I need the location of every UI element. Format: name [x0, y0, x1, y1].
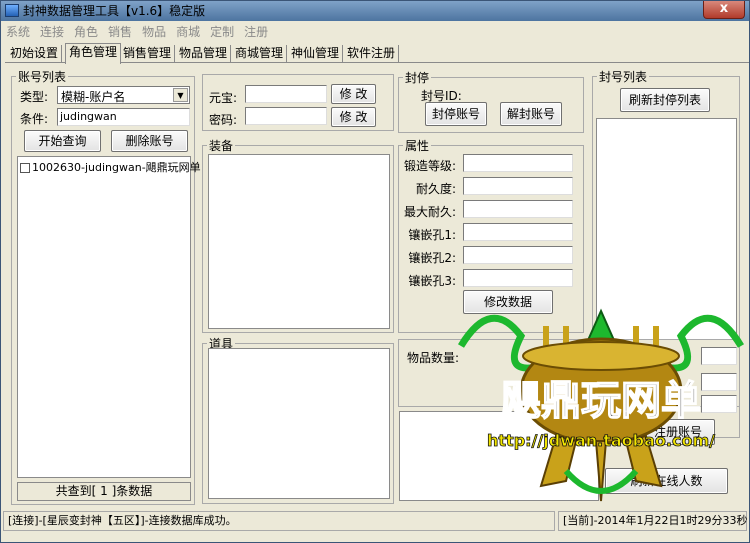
modify-password-button[interactable]: 修 改 — [331, 107, 376, 127]
password-label: 密码: — [209, 113, 238, 127]
list-item[interactable]: 1002630-judingwan-飓鼎玩网单 — [20, 159, 201, 175]
password-input[interactable] — [245, 107, 327, 125]
tab-role-management[interactable]: 角色管理 — [65, 43, 122, 64]
ban-list-title: 封号列表 — [599, 70, 648, 84]
ban-title: 封停 — [405, 71, 430, 85]
menu-sales[interactable]: 销售 — [103, 23, 137, 41]
menu-role[interactable]: 角色 — [69, 23, 103, 41]
durability-input[interactable] — [463, 177, 573, 195]
app-icon — [5, 4, 19, 17]
menu-connect[interactable]: 连接 — [35, 23, 69, 41]
socket3-label: 镶嵌孔3: — [408, 274, 456, 288]
props-listbox[interactable] — [208, 348, 390, 499]
socket1-input[interactable] — [463, 223, 573, 241]
yuanbao-input[interactable] — [245, 85, 327, 103]
tab-item-management[interactable]: 物品管理 — [176, 45, 232, 63]
attributes-title: 属性 — [405, 139, 430, 153]
forge-level-input[interactable] — [463, 154, 573, 172]
tab-sales-management[interactable]: 销售管理 — [120, 45, 176, 63]
tab-software-register[interactable]: 软件注册 — [344, 45, 400, 63]
condition-input[interactable]: judingwan — [57, 108, 190, 126]
tab-strip: 初始设置 角色管理 销售管理 物品管理 商城管理 神仙管理 软件注册 — [5, 43, 749, 64]
watermark-brand: 飓鼎玩网单 — [501, 378, 701, 424]
forge-level-label: 锻造等级: — [404, 159, 457, 173]
start-query-button[interactable]: 开始查询 — [24, 130, 101, 152]
status-bar: [连接]-[星辰变封神【五区】]-连接数据库成功。 [当前]-2014年1月22… — [1, 511, 749, 533]
menu-custom[interactable]: 定制 — [205, 23, 239, 41]
window-title: 封神数据管理工具【v1.6】稳定版 — [23, 4, 206, 18]
checkbox[interactable] — [20, 163, 30, 173]
status-time: [当前]-2014年1月22日1时29分33秒 — [558, 511, 748, 531]
durability-label: 耐久度: — [415, 182, 456, 196]
type-select-value: 模糊-账户名 — [61, 90, 126, 104]
account-listbox[interactable]: 1002630-judingwan-飓鼎玩网单 — [17, 156, 201, 478]
socket2-input[interactable] — [463, 246, 573, 264]
main-window: 封神数据管理工具【v1.6】稳定版 x 系统 连接 角色 销售 物品 商城 定制 注册 初始设… — [0, 0, 750, 543]
tab-initial-settings[interactable]: 初始设置 — [7, 45, 63, 63]
equipment-title: 装备 — [209, 139, 234, 153]
unban-account-button[interactable]: 解封账号 — [500, 102, 562, 126]
close-button[interactable]: x — [703, 1, 745, 19]
menu-register[interactable]: 注册 — [239, 23, 273, 41]
socket1-label: 镶嵌孔1: — [408, 228, 456, 242]
max-durability-label: 最大耐久: — [404, 205, 457, 219]
modify-yuanbao-button[interactable]: 修 改 — [331, 84, 376, 104]
condition-label: 条件: — [20, 112, 49, 126]
equipment-listbox[interactable] — [208, 154, 390, 329]
tab-shop-management[interactable]: 商城管理 — [232, 45, 288, 63]
ban-account-button[interactable]: 封停账号 — [425, 102, 487, 126]
list-item-label: 1002630-judingwan-飓鼎玩网单 — [32, 161, 201, 174]
title-bar: 封神数据管理工具【v1.6】稳定版 x — [1, 1, 749, 21]
menu-items[interactable]: 物品 — [137, 23, 171, 41]
socket3-input[interactable] — [463, 269, 573, 287]
type-select[interactable]: 模糊-账户名 ▼ — [57, 86, 190, 104]
type-label: 类型: — [20, 90, 49, 104]
tab-immortal-management[interactable]: 神仙管理 — [288, 45, 344, 63]
delete-account-button[interactable]: 删除账号 — [111, 130, 188, 152]
socket2-label: 镶嵌孔2: — [408, 251, 456, 265]
yuanbao-label: 元宝: — [209, 91, 238, 105]
menu-shop[interactable]: 商城 — [171, 23, 205, 41]
result-count: 共查到[ 1 ]条数据 — [17, 482, 191, 501]
account-list-title: 账号列表 — [18, 70, 67, 84]
refresh-ban-list-button[interactable]: 刷新封停列表 — [620, 88, 710, 112]
menu-system[interactable]: 系统 — [1, 23, 35, 41]
watermark-logo: 飓鼎玩网单 http://jdwan.taobao.com/ — [457, 308, 745, 502]
chevron-down-icon[interactable]: ▼ — [173, 88, 188, 102]
watermark-url: http://jdwan.taobao.com/ — [487, 431, 715, 450]
menu-bar: 系统 连接 角色 销售 物品 商城 定制 注册 — [1, 23, 749, 41]
status-connection: [连接]-[星辰变封神【五区】]-连接数据库成功。 — [3, 511, 555, 531]
max-durability-input[interactable] — [463, 200, 573, 218]
